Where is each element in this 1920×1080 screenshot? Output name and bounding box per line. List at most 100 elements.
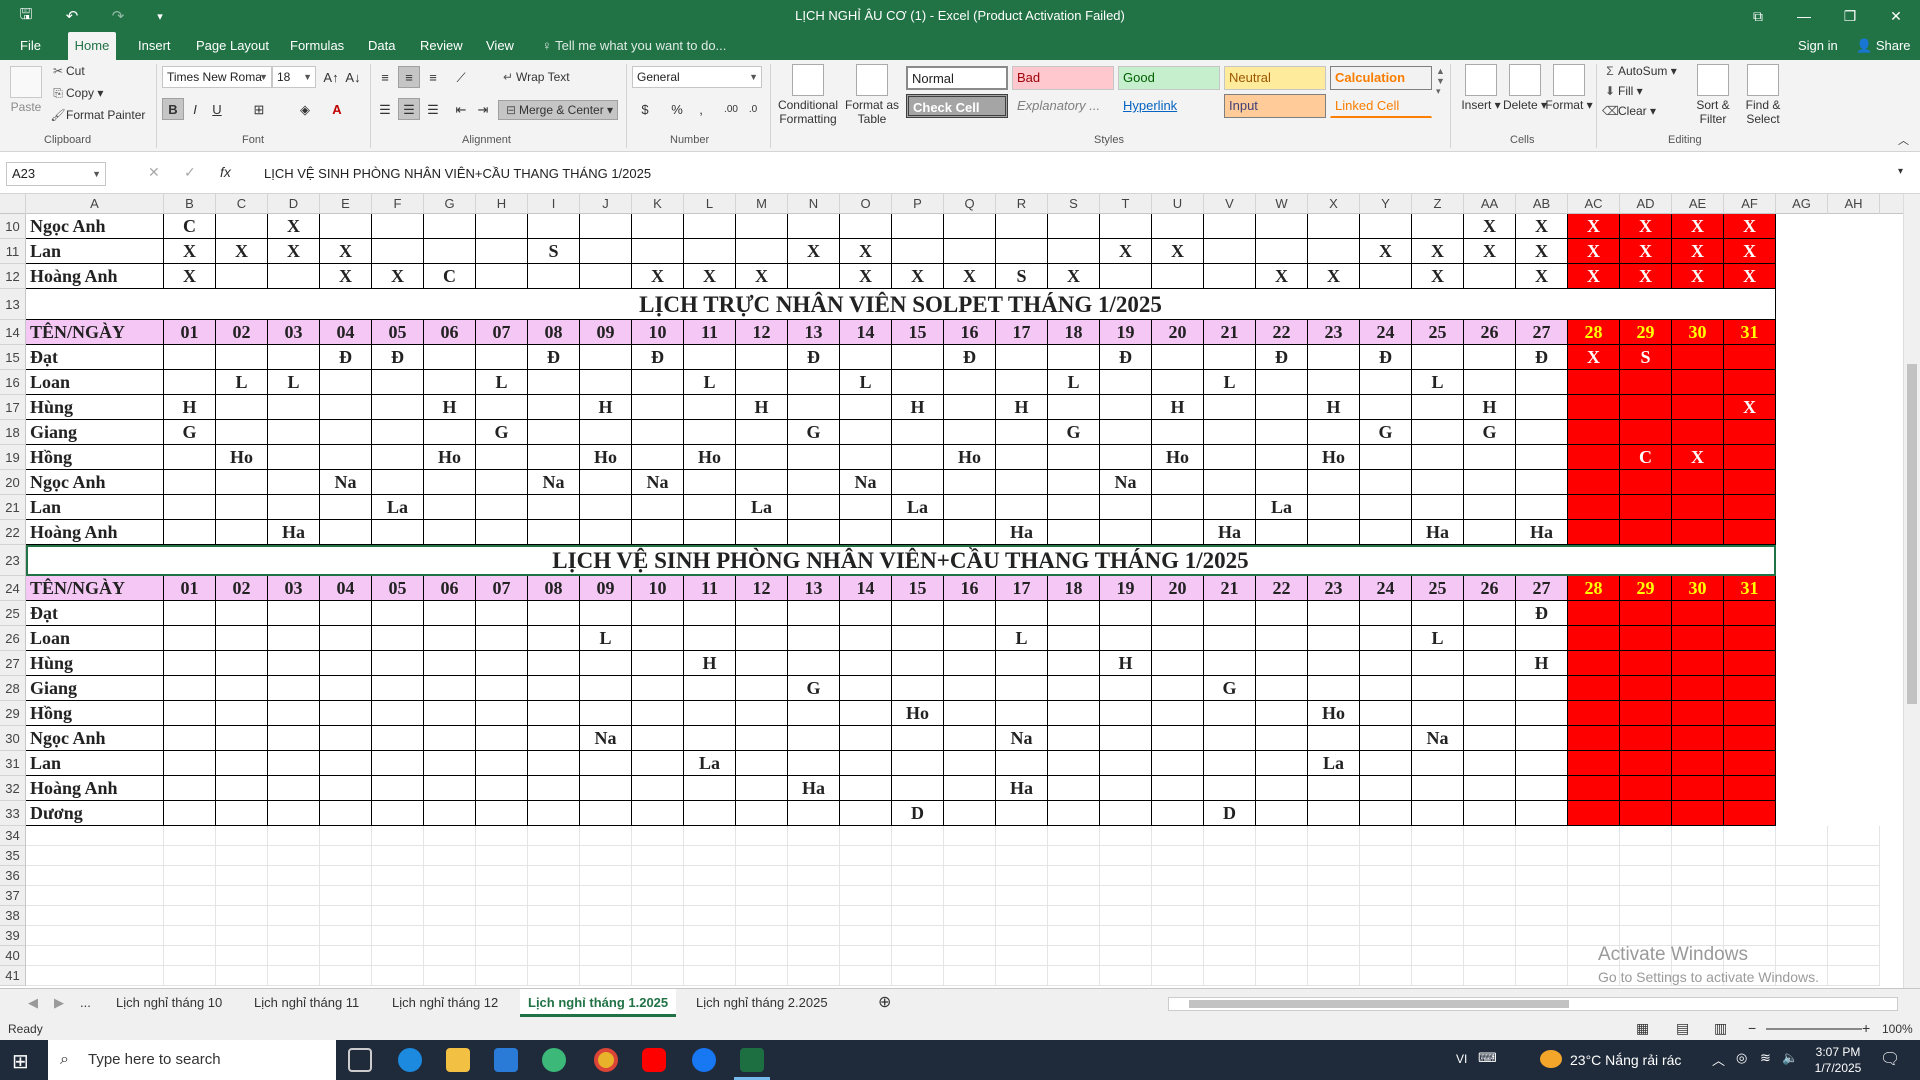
schedule-mark[interactable]: H (580, 395, 632, 420)
empty-cell[interactable] (320, 926, 372, 946)
grid-cell[interactable] (1100, 495, 1152, 520)
grid-cell[interactable] (788, 264, 840, 289)
grid-cell[interactable] (424, 651, 476, 676)
day-header[interactable]: 26 (1464, 576, 1516, 601)
grid-cell[interactable] (996, 345, 1048, 370)
grid-cell[interactable] (1308, 214, 1360, 239)
grid-cell[interactable] (840, 626, 892, 651)
grid-cell[interactable] (1412, 776, 1464, 801)
row-header[interactable]: 11 (0, 239, 26, 264)
empty-cell[interactable] (528, 866, 580, 886)
align-bottom-icon[interactable]: ≡ (422, 66, 444, 88)
empty-cell[interactable] (1308, 846, 1360, 866)
grid-cell[interactable] (1048, 601, 1100, 626)
sort-filter-button[interactable]: Sort & Filter (1690, 64, 1736, 126)
grid-cell[interactable] (684, 470, 736, 495)
grid-cell[interactable] (1256, 701, 1308, 726)
empty-cell[interactable] (26, 966, 164, 986)
grid-cell[interactable] (1360, 470, 1412, 495)
grid-cell[interactable] (1204, 214, 1256, 239)
empty-cell[interactable] (1412, 966, 1464, 986)
grid-cell[interactable] (1568, 751, 1620, 776)
column-header-af[interactable]: AF (1724, 194, 1776, 214)
grid-cell[interactable] (1100, 601, 1152, 626)
day-header[interactable]: 05 (372, 576, 424, 601)
empty-cell[interactable] (892, 846, 944, 866)
delete-cells-button[interactable]: Delete ▾ (1500, 64, 1550, 112)
row-header[interactable]: 17 (0, 395, 26, 420)
grid-cell[interactable] (424, 626, 476, 651)
grid-cell[interactable] (1048, 520, 1100, 545)
grid-cell[interactable] (788, 626, 840, 651)
grid-cell[interactable] (1464, 345, 1516, 370)
empty-cell[interactable] (1516, 906, 1568, 926)
style-bad[interactable]: Bad (1012, 66, 1114, 90)
schedule-mark[interactable]: X (1724, 214, 1776, 239)
empty-cell[interactable] (632, 826, 684, 846)
name-cell[interactable]: Hùng (26, 395, 164, 420)
decrease-font-icon[interactable]: A↓ (342, 66, 364, 88)
page-layout-view-icon[interactable]: ▤ (1676, 1020, 1689, 1037)
schedule-mark[interactable]: Ha (268, 520, 320, 545)
grid-cell[interactable] (736, 751, 788, 776)
empty-cell[interactable] (1048, 946, 1100, 966)
grid-cell[interactable] (320, 651, 372, 676)
grid-cell[interactable] (1360, 801, 1412, 826)
style-explanatory[interactable]: Explanatory ... (1012, 94, 1114, 118)
grid-cell[interactable] (216, 776, 268, 801)
empty-cell[interactable] (1516, 946, 1568, 966)
grid-cell[interactable] (1620, 676, 1672, 701)
grid-cell[interactable] (1308, 601, 1360, 626)
grid-cell[interactable] (736, 370, 788, 395)
row-header[interactable]: 19 (0, 445, 26, 470)
empty-cell[interactable] (996, 926, 1048, 946)
edge-icon[interactable] (398, 1048, 422, 1072)
row-header[interactable]: 13 (0, 289, 26, 320)
day-header[interactable]: 12 (736, 576, 788, 601)
grid-cell[interactable] (1204, 651, 1256, 676)
grid-cell[interactable] (320, 445, 372, 470)
name-cell[interactable]: Ngọc Anh (26, 726, 164, 751)
schedule-mark[interactable]: X (1620, 239, 1672, 264)
empty-cell[interactable] (372, 866, 424, 886)
day-header[interactable]: 23 (1308, 320, 1360, 345)
schedule-mark[interactable]: Na (996, 726, 1048, 751)
grid-cell[interactable] (788, 495, 840, 520)
grid-cell[interactable] (1672, 601, 1724, 626)
empty-cell[interactable] (736, 946, 788, 966)
grid-cell[interactable] (1464, 726, 1516, 751)
empty-cell[interactable] (1152, 906, 1204, 926)
empty-cell[interactable] (1308, 906, 1360, 926)
empty-cell[interactable] (580, 946, 632, 966)
schedule-mark[interactable]: Ho (944, 445, 996, 470)
grid-cell[interactable] (164, 701, 216, 726)
empty-cell[interactable] (528, 826, 580, 846)
grid-cell[interactable] (320, 751, 372, 776)
grid-cell[interactable] (1672, 626, 1724, 651)
empty-cell[interactable] (164, 886, 216, 906)
grid-cell[interactable] (1724, 751, 1776, 776)
grid-cell[interactable] (1360, 701, 1412, 726)
keyboard-icon[interactable]: ⌨ (1478, 1050, 1497, 1066)
grid-cell[interactable] (1152, 420, 1204, 445)
decrease-indent-icon[interactable]: ⇤ (450, 98, 472, 120)
day-header[interactable]: 29 (1620, 320, 1672, 345)
schedule-mark[interactable]: X (1256, 264, 1308, 289)
empty-cell[interactable] (1516, 966, 1568, 986)
more-sheets-button[interactable]: ... (72, 989, 99, 1017)
grid-cell[interactable] (372, 801, 424, 826)
empty-cell[interactable] (268, 846, 320, 866)
grid-cell[interactable] (1048, 495, 1100, 520)
grid-cell[interactable] (268, 264, 320, 289)
name-box[interactable]: A23 ▼ (6, 162, 106, 186)
empty-cell[interactable] (1360, 846, 1412, 866)
grid-cell[interactable] (1100, 751, 1152, 776)
row-header[interactable]: 14 (0, 320, 26, 345)
grid-cell[interactable] (840, 751, 892, 776)
grid-cell[interactable] (1360, 751, 1412, 776)
grid-cell[interactable] (1048, 445, 1100, 470)
grid-cell[interactable] (216, 470, 268, 495)
grid-cell[interactable] (580, 676, 632, 701)
grid-cell[interactable] (632, 395, 684, 420)
day-header[interactable]: 07 (476, 320, 528, 345)
